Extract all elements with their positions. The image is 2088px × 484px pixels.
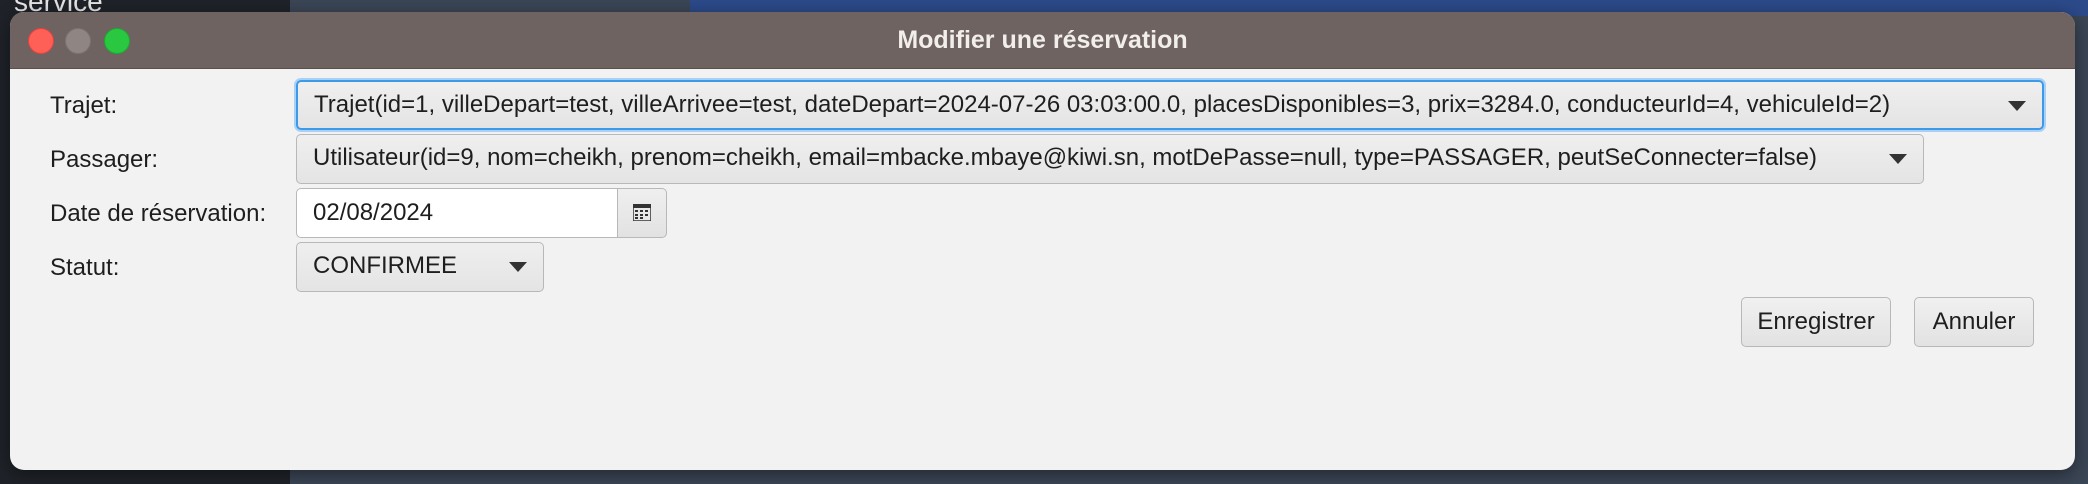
title-bar[interactable]: Modifier une réservation (10, 12, 2075, 69)
calendar-icon (633, 204, 651, 221)
edit-reservation-dialog: Modifier une réservation Trajet: Trajet(… (10, 12, 2075, 470)
date-input-value: 02/08/2024 (313, 199, 434, 226)
trajet-label: Trajet: (50, 92, 118, 119)
passager-label: Passager: (50, 146, 159, 173)
cancel-button[interactable]: Annuler (1914, 297, 2034, 347)
chevron-down-icon (2008, 101, 2026, 111)
window-title: Modifier une réservation (897, 26, 1188, 54)
chevron-down-icon (1889, 154, 1907, 164)
save-button[interactable]: Enregistrer (1741, 297, 1891, 347)
passager-select[interactable]: Utilisateur(id=9, nom=cheikh, prenom=che… (296, 134, 1924, 184)
statut-select[interactable]: CONFIRMEE (296, 242, 544, 292)
trajet-select[interactable]: Trajet(id=1, villeDepart=test, villeArri… (296, 80, 2044, 130)
statut-select-value: CONFIRMEE (313, 252, 457, 279)
date-label: Date de réservation: (50, 200, 267, 227)
trajet-select-value: Trajet(id=1, villeDepart=test, villeArri… (314, 91, 1891, 118)
statut-label: Statut: (50, 254, 120, 281)
passager-select-value: Utilisateur(id=9, nom=cheikh, prenom=che… (313, 144, 1817, 171)
date-input[interactable]: 02/08/2024 (296, 188, 618, 238)
date-picker-button[interactable] (617, 188, 667, 238)
chevron-down-icon (509, 262, 527, 272)
